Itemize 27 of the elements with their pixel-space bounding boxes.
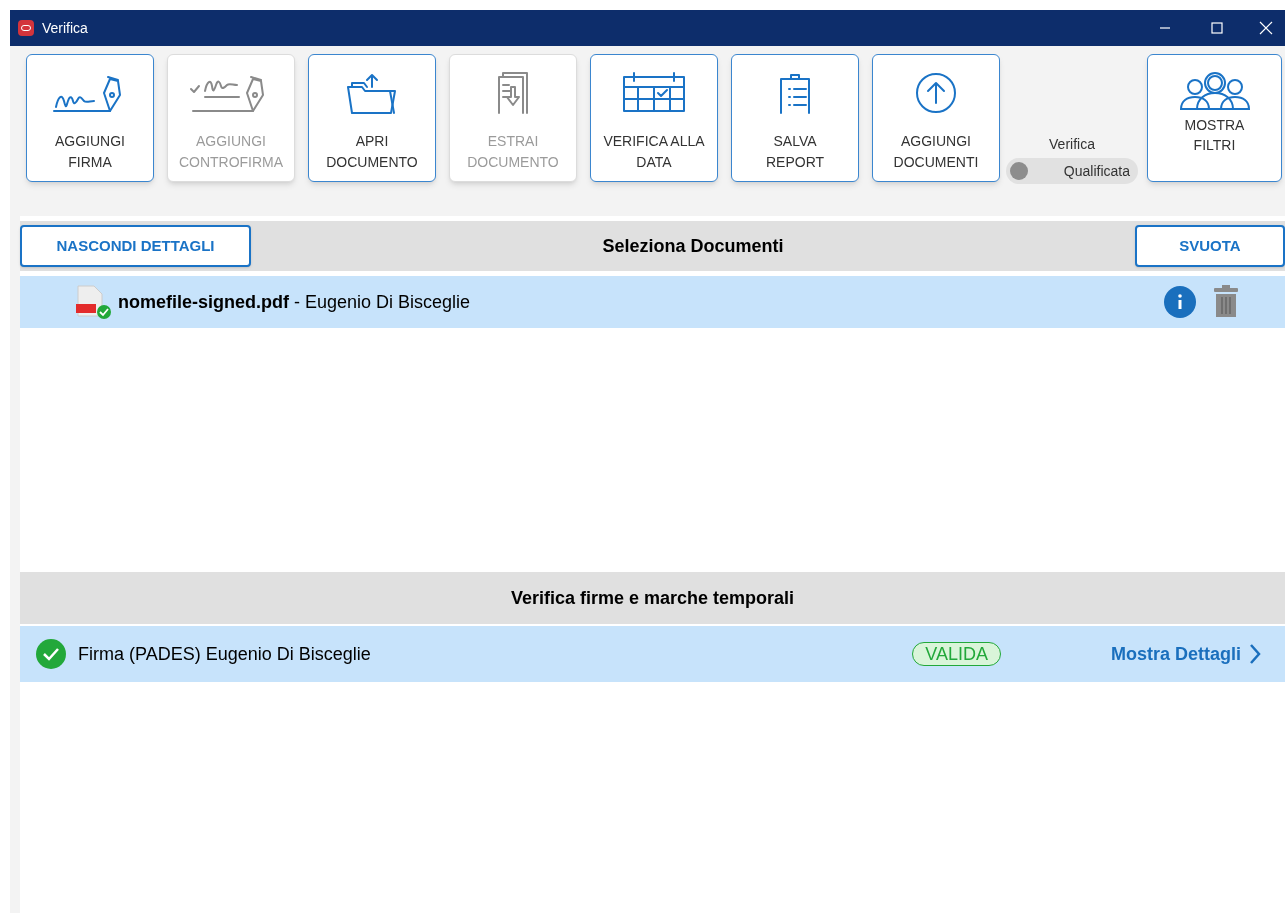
verification-toggle[interactable]: Qualificata: [1006, 158, 1138, 184]
close-icon[interactable]: [1259, 21, 1273, 35]
document-name: nomefile-signed.pdf - Eugenio Di Bisceglie: [118, 291, 471, 314]
signature-row[interactable]: Firma (PADES) Eugenio Di Bisceglie VALIDA Mostra Dettagli: [20, 626, 1285, 682]
document-row[interactable]: nomefile-signed.pdf - Eugenio Di Bisceglie: [20, 276, 1285, 328]
toolbar-button[interactable]: APRI DOCUMENTO: [308, 54, 436, 182]
hide-details-button[interactable]: NASCONDI DETTAGLI: [20, 225, 251, 267]
pdf-file-icon: [74, 284, 114, 320]
clear-button[interactable]: SVUOTA: [1135, 225, 1285, 267]
show-details-link[interactable]: Mostra Dettagli: [1110, 640, 1261, 668]
show-filters-button[interactable]: MOSTRA FILTRI: [1147, 54, 1282, 182]
info-icon[interactable]: [1163, 285, 1197, 319]
calendar-icon: [620, 71, 688, 115]
toolbar-button[interactable]: VERIFICA ALLA DATA: [590, 54, 718, 182]
toggle-label: Verifica: [1049, 135, 1095, 154]
toolbar-button[interactable]: AGGIUNGI FIRMA: [26, 54, 154, 182]
chevron-right-icon: [1249, 643, 1261, 665]
section-title: Seleziona Documenti: [602, 235, 784, 258]
trash-icon[interactable]: [1213, 285, 1239, 319]
toolbar-button[interactable]: AGGIUNGI DOCUMENTI: [872, 54, 1000, 182]
maximize-icon[interactable]: [1211, 22, 1223, 34]
section-title: Verifica firme e marche temporali: [510, 587, 795, 610]
toolbar-button[interactable]: SALVA REPORT: [731, 54, 859, 182]
signature-name: Firma (PADES) Eugenio Di Bisceglie: [78, 643, 371, 666]
window-title: Verifica: [42, 19, 88, 38]
status-badge: VALIDA: [912, 642, 1001, 666]
app-logo-icon: [18, 20, 34, 36]
